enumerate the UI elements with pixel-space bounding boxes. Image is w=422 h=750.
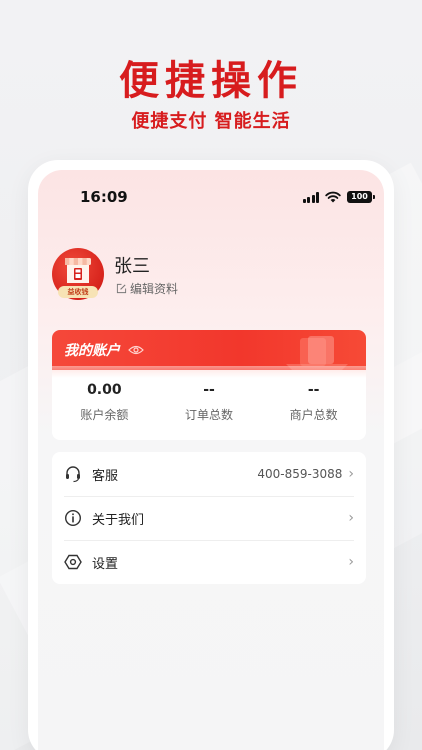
menu-item-about-us[interactable]: 关于我们 › — [52, 496, 366, 540]
info-icon — [64, 509, 82, 527]
stat-value: 0.00 — [87, 382, 122, 398]
menu-card: 客服 400-859-3088 › 关于我们 › 设置 › — [52, 452, 366, 584]
stat-label: 订单总数 — [185, 408, 234, 422]
stat-merchants[interactable]: -- 商户总数 — [261, 382, 366, 423]
stat-label: 账户余额 — [80, 408, 129, 422]
stat-value: -- — [307, 382, 320, 398]
battery-icon: 100 — [347, 191, 375, 203]
edit-icon — [116, 283, 127, 294]
account-title: 我的账户 — [64, 343, 120, 359]
menu-item-settings[interactable]: 设置 › — [52, 540, 366, 584]
promo-headline: 便捷操作 — [119, 58, 303, 104]
promo-subline: 便捷支付 智能生活 — [131, 111, 291, 132]
phone-number: 400-859-3088 — [257, 467, 343, 481]
menu-item-label: 客服 — [92, 468, 119, 484]
settings-icon — [64, 553, 82, 571]
chevron-right-icon: › — [348, 466, 354, 482]
menu-item-customer-service[interactable]: 客服 400-859-3088 › — [52, 452, 366, 496]
header-fade — [52, 366, 366, 378]
avatar-tag: 益收钱 — [58, 286, 98, 298]
menu-item-label: 关于我们 — [92, 512, 145, 528]
status-icons: 100 — [302, 191, 375, 203]
edit-profile-link[interactable]: 编辑资料 — [116, 280, 178, 297]
signal-icon — [302, 191, 319, 203]
status-time: 16:09 — [80, 188, 128, 206]
account-card: 我的账户 0.00 账户余额 -- 订单总数 -- 商户总数 — [52, 330, 366, 440]
chevron-right-icon: › — [348, 510, 354, 526]
eye-icon[interactable] — [128, 344, 144, 356]
headset-icon — [64, 465, 82, 483]
stat-orders[interactable]: -- 订单总数 — [157, 382, 262, 423]
wifi-icon — [325, 191, 341, 203]
stat-label: 商户总数 — [289, 408, 338, 422]
chevron-right-icon: › — [348, 554, 354, 570]
store-icon — [65, 258, 91, 283]
stat-balance[interactable]: 0.00 账户余额 — [52, 382, 157, 423]
wallet-decoration — [286, 336, 348, 370]
status-bar: 16:09 100 — [38, 188, 384, 208]
username: 张三 — [114, 256, 150, 277]
edit-profile-label: 编辑资料 — [130, 282, 179, 296]
stat-value: -- — [203, 382, 215, 398]
avatar[interactable]: 益收钱 — [52, 248, 104, 300]
phone-frame: 16:09 100 益收钱 张三 编辑资料 我的账户 0.00 账户余额 -- … — [28, 160, 394, 750]
account-header: 我的账户 — [52, 330, 366, 370]
app-screen: 16:09 100 益收钱 张三 编辑资料 我的账户 0.00 账户余额 -- … — [38, 170, 384, 750]
menu-item-label: 设置 — [92, 556, 119, 572]
